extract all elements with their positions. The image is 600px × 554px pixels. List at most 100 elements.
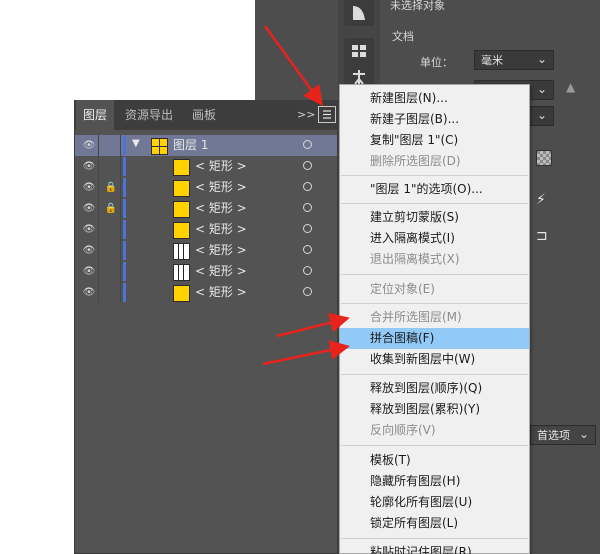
rectangle-thumbnail (173, 243, 190, 260)
layer-name[interactable]: < 矩形 > (195, 159, 247, 174)
menu-separator (341, 374, 528, 375)
preferences-button[interactable]: 首选项 (530, 424, 596, 445)
unit-select[interactable]: 毫米 (474, 49, 554, 70)
layer-name[interactable]: 图层 1 (173, 138, 208, 153)
no-selection-label: 未选择对象 (390, 0, 445, 12)
layer-color-bar (123, 283, 126, 302)
layer-color-bar (123, 199, 126, 218)
menu-item-new-layer[interactable]: 新建图层(N)... (340, 88, 529, 109)
snap-icon[interactable]: ⚡ (536, 192, 546, 208)
row-divider (120, 282, 121, 303)
menu-item-new-sublayer[interactable]: 新建子图层(B)... (340, 109, 529, 130)
menu-item-lock-all-layers[interactable]: 锁定所有图层(L) (340, 513, 529, 534)
document-label: 文档 (392, 30, 414, 43)
visibility-eye-icon[interactable]: 👁 (81, 202, 97, 215)
rectangle-thumbnail (173, 285, 190, 302)
layer-name[interactable]: < 矩形 > (195, 243, 247, 258)
layer-name[interactable]: < 矩形 > (195, 180, 247, 195)
panel-menu-icon[interactable] (318, 106, 336, 123)
layer-color-bar (123, 157, 126, 176)
tab-artboards[interactable]: 画板 (185, 100, 223, 130)
target-circle-icon[interactable] (303, 182, 312, 191)
menu-item-flatten-artwork[interactable]: 拼合图稿(F) (340, 328, 529, 349)
row-divider (98, 261, 99, 282)
transparency-grid-icon[interactable] (536, 150, 552, 166)
layer-color-bar (123, 220, 126, 239)
row-divider (98, 156, 99, 177)
menu-item-release-sequence[interactable]: 释放到图层(顺序)(Q) (340, 378, 529, 399)
visibility-eye-icon[interactable]: 👁 (81, 286, 97, 299)
layer-row[interactable]: 👁 🔒 < 矩形 > (75, 198, 337, 219)
grid-icon[interactable] (344, 38, 374, 64)
chevron-down-icon[interactable]: ▼ (132, 138, 140, 149)
target-circle-icon[interactable] (303, 287, 312, 296)
layer-color-bar (123, 241, 126, 260)
target-circle-icon[interactable] (303, 245, 312, 254)
panel-overflow-icon[interactable]: >> (297, 100, 315, 130)
layer-row[interactable]: 👁 < 矩形 > (75, 282, 337, 303)
shape-icon[interactable] (344, 0, 374, 26)
chevron-up-down-icon[interactable]: ▲ (566, 80, 575, 94)
row-divider (120, 156, 121, 177)
visibility-eye-icon[interactable]: 👁 (81, 139, 97, 152)
target-circle-icon[interactable] (303, 161, 312, 170)
layer-color-bar (123, 178, 126, 197)
row-divider (120, 240, 121, 261)
lock-icon[interactable]: 🔒 (103, 181, 119, 194)
rectangle-thumbnail (173, 201, 190, 218)
layer-row[interactable]: 👁 < 矩形 > (75, 261, 337, 282)
visibility-eye-icon[interactable]: 👁 (81, 181, 97, 194)
rectangle-thumbnail (173, 222, 190, 239)
layer-name[interactable]: < 矩形 > (195, 201, 247, 216)
layer-name[interactable]: < 矩形 > (195, 222, 247, 237)
visibility-eye-icon[interactable]: 👁 (81, 223, 97, 236)
menu-item-merge-selected[interactable]: 合并所选图层(M) (340, 307, 529, 328)
tab-asset-export[interactable]: 资源导出 (118, 100, 180, 130)
layer-row[interactable]: 👁 < 矩形 > (75, 156, 337, 177)
layer-thumbnail (151, 138, 168, 155)
menu-item-outline-all-layers[interactable]: 轮廓化所有图层(U) (340, 492, 529, 513)
menu-separator (341, 538, 528, 539)
layer-color-bar (123, 262, 126, 281)
rectangle-thumbnail (173, 264, 190, 281)
layer-name[interactable]: < 矩形 > (195, 264, 247, 279)
preferences-label: 首选项 (537, 429, 570, 442)
layer-row[interactable]: 👁 < 矩形 > (75, 240, 337, 261)
menu-item-hide-all-layers[interactable]: 隐藏所有图层(H) (340, 471, 529, 492)
layer-row-layer1[interactable]: 👁 ▼ 图层 1 (75, 135, 337, 156)
row-divider (98, 198, 99, 219)
menu-item-paste-remembers-layers[interactable]: 粘贴时记住图层(R) (340, 542, 529, 554)
menu-item-exit-isolation[interactable]: 退出隔离模式(X) (340, 249, 529, 270)
tab-layers[interactable]: 图层 (76, 100, 115, 130)
rectangle-thumbnail (173, 180, 190, 197)
menu-item-template[interactable]: 模板(T) (340, 450, 529, 471)
menu-separator (341, 203, 528, 204)
visibility-eye-icon[interactable]: 👁 (81, 265, 97, 278)
row-divider (98, 240, 99, 261)
visibility-eye-icon[interactable]: 👁 (81, 244, 97, 257)
menu-separator (341, 274, 528, 275)
target-circle-icon[interactable] (303, 140, 312, 149)
layer-row[interactable]: 👁 🔒 < 矩形 > (75, 177, 337, 198)
layer-name[interactable]: < 矩形 > (195, 285, 247, 300)
menu-item-collect-in-new-layer[interactable]: 收集到新图层中(W) (340, 349, 529, 370)
layer-color-bar (123, 136, 126, 155)
target-circle-icon[interactable] (303, 266, 312, 275)
row-divider (98, 282, 99, 303)
menu-item-reverse-order[interactable]: 反向顺序(V) (340, 420, 529, 441)
menu-item-enter-isolation[interactable]: 进入隔离模式(I) (340, 228, 529, 249)
target-circle-icon[interactable] (303, 224, 312, 233)
menu-item-locate-object[interactable]: 定位对象(E) (340, 279, 529, 300)
menu-item-make-clipping-mask[interactable]: 建立剪切蒙版(S) (340, 207, 529, 228)
menu-item-layer-options[interactable]: "图层 1"的选项(O)... (340, 179, 529, 200)
menu-separator (341, 445, 528, 446)
align-icon[interactable]: ⊐ (536, 228, 548, 244)
menu-item-delete-selection[interactable]: 删除所选图层(D) (340, 151, 529, 172)
target-circle-icon[interactable] (303, 203, 312, 212)
layer-row[interactable]: 👁 < 矩形 > (75, 219, 337, 240)
lock-icon[interactable]: 🔒 (103, 202, 119, 215)
row-divider (98, 219, 99, 240)
visibility-eye-icon[interactable]: 👁 (81, 160, 97, 173)
menu-item-duplicate-layer[interactable]: 复制"图层 1"(C) (340, 130, 529, 151)
menu-item-release-build[interactable]: 释放到图层(累积)(Y) (340, 399, 529, 420)
